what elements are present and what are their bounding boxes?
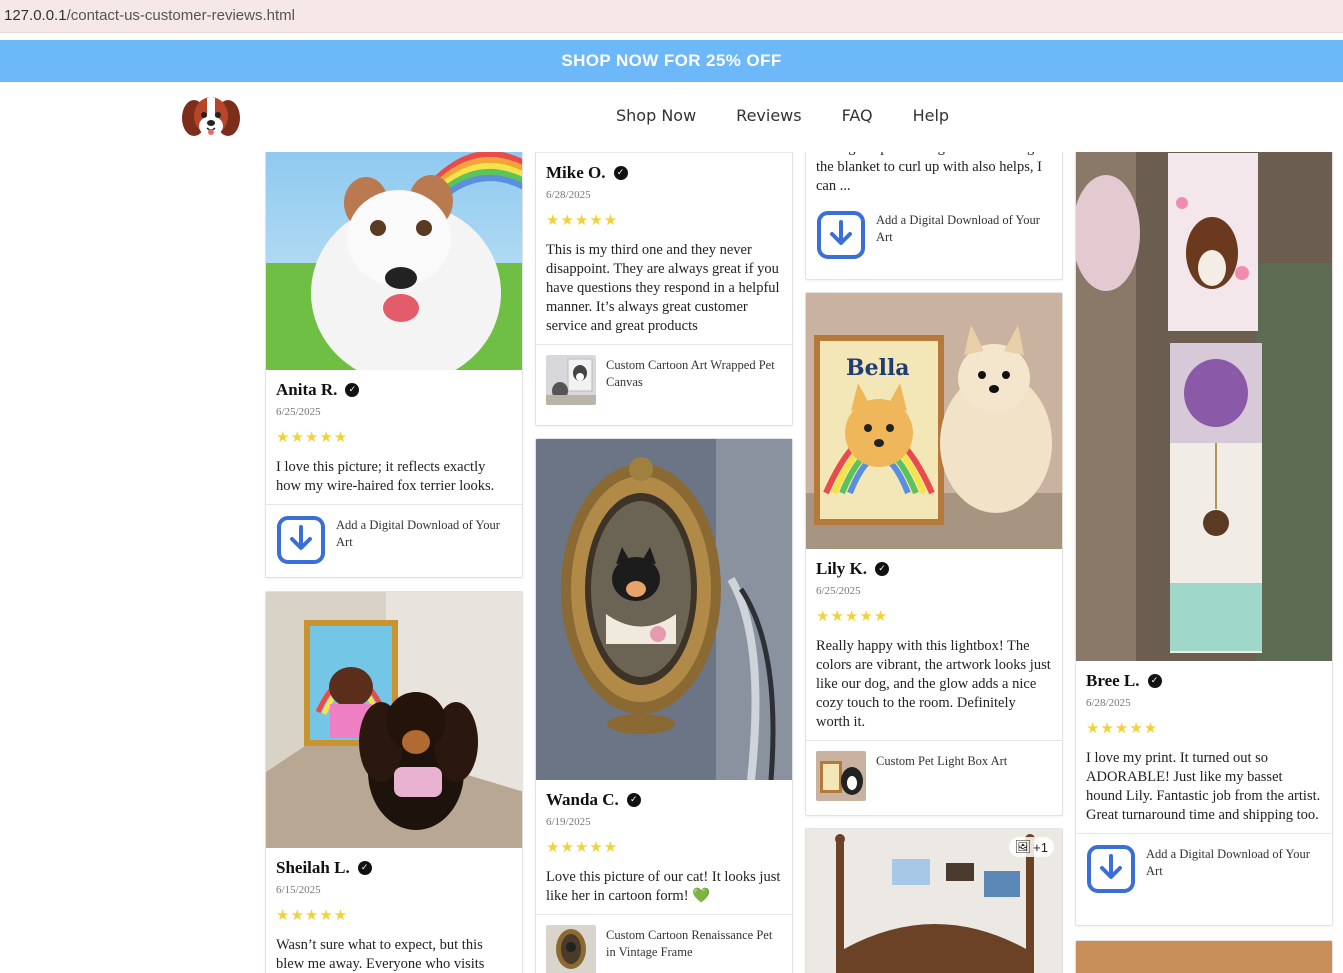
download-icon [816,210,866,260]
review-photo[interactable] [266,152,522,370]
reviewer-name: Mike O. [546,163,606,182]
main-nav: Shop Now Reviews FAQ Help [616,106,949,125]
review-text: having the picture is great and having t… [816,152,1042,194]
review-photo[interactable] [1076,152,1332,661]
nav-help[interactable]: Help [913,106,949,125]
browser-address-bar[interactable]: 127.0.0.1/contact-us-customer-reviews.ht… [0,0,1343,33]
green-heart-icon: 💚 [692,888,711,904]
product-name: Custom Cartoon Renaissance Pet in Vintag… [606,928,773,959]
review-date: 6/19/2025 [546,816,591,828]
review-photo[interactable]: 🖼 +1 [806,829,1062,973]
review-photo[interactable] [266,592,522,848]
more-images-badge[interactable]: 🖼 +1 [1008,837,1054,857]
review-date: 6/25/2025 [276,406,321,418]
star-rating: ★★★★★ [546,838,619,856]
star-rating: ★★★★★ [816,607,889,625]
verified-check-icon: ✓ [626,793,641,807]
lightbox-label: Bella [846,355,910,381]
review-card-bedroom[interactable]: 🖼 +1 [805,828,1063,973]
review-text: Love this picture of our cat! It looks j… [546,869,781,904]
product-thumbnail [816,751,866,801]
reviewer-name: Wanda C. [546,790,619,809]
verified-check-icon: ✓ [345,383,360,397]
verified-check-icon: ✓ [1147,674,1162,688]
nav-reviews[interactable]: Reviews [736,106,801,125]
review-photo[interactable] [1076,941,1332,973]
promo-text[interactable]: SHOP NOW FOR 25% OFF [561,51,781,70]
star-rating: ★★★★★ [1086,719,1159,737]
verified-check-icon: ✓ [613,166,628,180]
product-name: Add a Digital Download of Your Art [876,213,1040,244]
product-thumbnail [546,355,596,405]
review-product-link[interactable]: Custom Pet Light Box Art [806,740,1062,811]
review-product-link[interactable]: Add a Digital Download of Your Art [806,204,1062,270]
reviewer-name: Anita R. [276,380,338,399]
verified-check-icon: ✓ [875,562,890,576]
promo-banner[interactable]: SHOP NOW FOR 25% OFF [0,40,1343,82]
download-icon [1086,844,1136,894]
dog-logo-icon[interactable] [180,92,242,142]
star-rating: ★★★★★ [276,428,349,446]
review-text: Really happy with this lightbox! The col… [816,638,1051,730]
review-product-link[interactable]: Custom Cartoon Renaissance Pet in Vintag… [536,914,792,973]
review-card-anita[interactable]: Anita R. ✓ 6/25/2025 ★★★★★ I love this pi… [265,152,523,578]
review-card-bree[interactable]: Bree L. ✓ 6/28/2025 ★★★★★ I love my print… [1075,152,1333,926]
review-photo[interactable] [536,152,792,153]
review-card-partial[interactable]: having the picture is great and having t… [805,152,1063,280]
download-icon [276,515,326,565]
review-product-link[interactable]: Add a Digital Download of Your Art [266,504,522,575]
product-name: Custom Pet Light Box Art [876,754,1008,768]
nav-faq[interactable]: FAQ [842,106,873,125]
review-card-sheilah[interactable]: Sheilah L. ✓ 6/15/2025 ★★★★★ Wasn’t sure … [265,591,523,973]
review-card-lily[interactable]: Bella Lily K. ✓ 6/25/2025 ★★★★★ Really ha… [805,292,1063,816]
review-product-link[interactable]: Custom Cartoon Art Wrapped Pet Canvas [536,344,792,415]
product-name: Add a Digital Download of Your Art [1146,847,1310,878]
reviewer-name: Lily K. [816,559,868,578]
reviewer-name: Sheilah L. [276,858,350,877]
product-thumbnail [546,925,596,973]
review-text: Wasn’t sure what to expect, but this ble… [276,937,485,972]
review-date: 6/28/2025 [546,189,591,201]
review-photo[interactable] [536,439,792,780]
url-text[interactable]: 127.0.0.1/contact-us-customer-reviews.ht… [4,7,295,24]
nav-shop-now[interactable]: Shop Now [616,106,696,125]
review-card-wanda[interactable]: Wanda C. ✓ 6/19/2025 ★★★★★ Love this pict… [535,438,793,973]
review-product-link[interactable]: Add a Digital Download of Your Art [1076,833,1332,904]
product-name: Add a Digital Download of Your Art [336,518,500,549]
star-rating: ★★★★★ [546,211,619,229]
review-text: I love this picture; it reflects exactly… [276,459,495,494]
review-card-next[interactable] [1075,940,1333,973]
product-name: Custom Cartoon Art Wrapped Pet Canvas [606,358,775,389]
verified-check-icon: ✓ [357,861,372,875]
review-date: 6/28/2025 [1086,697,1131,709]
review-text: I love my print. It turned out so ADORAB… [1086,750,1321,823]
review-card-mike[interactable]: Mike O. ✓ 6/28/2025 ★★★★★ This is my thir… [535,152,793,426]
images-icon: 🖼 [1014,839,1032,854]
reviewer-name: Bree L. [1086,671,1140,690]
star-rating: ★★★★★ [276,906,349,924]
site-header: Shop Now Reviews FAQ Help [0,82,1343,152]
review-date: 6/25/2025 [816,585,861,597]
review-photo[interactable]: Bella [806,293,1062,549]
reviews-grid: Anita R. ✓ 6/25/2025 ★★★★★ I love this pi… [0,152,1343,973]
review-date: 6/15/2025 [276,884,321,896]
review-text: This is my third one and they never disa… [546,242,780,334]
